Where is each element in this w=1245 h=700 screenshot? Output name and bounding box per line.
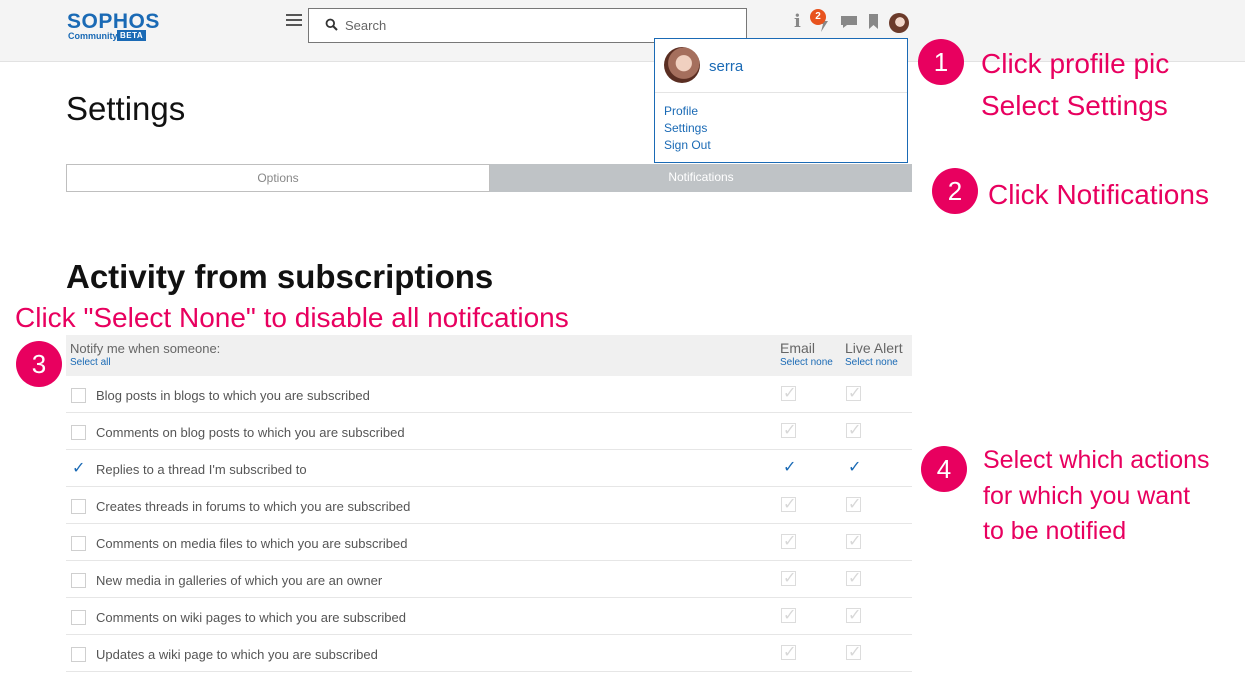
email-checkbox[interactable]: ✓ — [781, 457, 797, 476]
row-label: Blog posts in blogs to which you are sub… — [96, 388, 370, 403]
email-checkbox[interactable]: ✓ — [781, 420, 797, 439]
table-row: ✓ Replies to a thread I'm subscribed to ✓ ✓ — [66, 450, 912, 487]
live-alert-checkbox[interactable]: ✓ — [846, 383, 862, 402]
info-icon[interactable]: i — [794, 11, 801, 32]
checkmark-icon: ✓ — [783, 568, 797, 587]
tab-notifications[interactable]: Notifications — [490, 164, 912, 192]
checkmark-icon: ✓ — [783, 383, 797, 402]
live-alert-checkbox[interactable]: ✓ — [846, 605, 862, 624]
search-icon — [325, 18, 338, 31]
live-alert-checkbox[interactable]: ✓ — [846, 531, 862, 550]
email-checkbox[interactable]: ✓ — [781, 383, 797, 402]
checkmark-icon: ✓ — [848, 420, 862, 439]
hamburger-menu-icon[interactable] — [286, 14, 302, 28]
checkmark-icon: ✓ — [783, 642, 797, 661]
notify-header-label: Notify me when someone: — [70, 341, 221, 356]
live-alert-checkbox[interactable]: ✓ — [846, 568, 862, 587]
email-checkbox[interactable]: ✓ — [781, 494, 797, 513]
table-row: Updates a wiki page to which you are sub… — [66, 635, 912, 672]
step-3-marker: 3 — [16, 341, 62, 387]
row-label: Replies to a thread I'm subscribed to — [96, 462, 307, 477]
step-1-text-line1: Click profile pic — [981, 48, 1170, 79]
page-title: Settings — [66, 90, 186, 127]
checkmark-icon: ✓ — [72, 458, 86, 477]
checkmark-icon: ✓ — [783, 531, 797, 550]
checkmark-icon: ✓ — [783, 605, 797, 624]
table-row: Comments on media files to which you are… — [66, 524, 912, 561]
search-placeholder: Search — [345, 18, 387, 33]
live-alert-checkbox[interactable]: ✓ — [846, 420, 862, 439]
row-checkbox[interactable] — [71, 499, 86, 514]
row-label: Comments on media files to which you are… — [96, 536, 408, 551]
chat-icon[interactable] — [841, 16, 857, 28]
row-checkbox[interactable]: ✓ — [71, 458, 86, 477]
step-4-marker: 4 — [921, 446, 967, 492]
live-alert-checkbox[interactable]: ✓ — [846, 457, 862, 476]
row-label: Comments on blog posts to which you are … — [96, 425, 405, 440]
step-2-marker: 2 — [932, 168, 978, 214]
bookmark-icon[interactable] — [869, 14, 878, 29]
checkmark-icon: ✓ — [848, 642, 862, 661]
email-checkbox[interactable]: ✓ — [781, 568, 797, 587]
profile-avatar[interactable] — [889, 13, 909, 33]
email-checkbox[interactable]: ✓ — [781, 642, 797, 661]
live-alert-checkbox[interactable]: ✓ — [846, 494, 862, 513]
email-select-none-link[interactable]: Select none — [780, 357, 833, 368]
checkmark-icon: ✓ — [848, 457, 862, 476]
step-4-text-line2: for which you want — [983, 482, 1191, 510]
checkmark-icon: ✓ — [848, 605, 862, 624]
checkmark-icon: ✓ — [848, 568, 862, 587]
dropdown-avatar — [664, 47, 700, 83]
step-4-text-line3: to be notified — [983, 517, 1127, 545]
menu-item-profile[interactable]: Profile — [664, 104, 698, 118]
row-checkbox[interactable] — [71, 647, 86, 662]
table-row: New media in galleries of which you are … — [66, 561, 912, 598]
live-alert-select-none-link[interactable]: Select none — [845, 357, 898, 368]
row-checkbox[interactable] — [71, 388, 86, 403]
step-4-text-line1: Select which actions — [983, 446, 1210, 474]
step-1-text-line2: Select Settings — [981, 90, 1168, 121]
select-all-link[interactable]: Select all — [70, 357, 111, 368]
table-row: Comments on wiki pages to which you are … — [66, 598, 912, 635]
live-alert-checkbox[interactable]: ✓ — [846, 642, 862, 661]
email-checkbox[interactable]: ✓ — [781, 531, 797, 550]
row-label: Updates a wiki page to which you are sub… — [96, 647, 378, 662]
dropdown-divider — [655, 92, 907, 93]
notification-count-badge: 2 — [810, 9, 826, 25]
tab-options[interactable]: Options — [66, 164, 490, 192]
profile-dropdown: serra Profile Settings Sign Out — [654, 38, 908, 163]
table-row: Blog posts in blogs to which you are sub… — [66, 376, 912, 413]
row-label: Comments on wiki pages to which you are … — [96, 610, 406, 625]
row-label: Creates threads in forums to which you a… — [96, 499, 411, 514]
row-checkbox[interactable] — [71, 536, 86, 551]
profile-username[interactable]: serra — [709, 58, 743, 75]
notification-table-header: Notify me when someone: Select all Email… — [66, 335, 912, 376]
step-3-text: Click "Select None" to disable all notif… — [15, 302, 569, 333]
checkmark-icon: ✓ — [783, 494, 797, 513]
checkmark-icon: ✓ — [783, 457, 797, 476]
row-checkbox[interactable] — [71, 610, 86, 625]
checkmark-icon: ✓ — [783, 420, 797, 439]
logo-subtext: Community — [68, 31, 118, 41]
table-row: Creates threads in forums to which you a… — [66, 487, 912, 524]
checkmark-icon: ✓ — [848, 494, 862, 513]
menu-item-sign-out[interactable]: Sign Out — [664, 138, 711, 152]
email-column-header: Email — [780, 340, 816, 356]
settings-tabs: Options Notifications — [66, 164, 912, 192]
section-title: Activity from subscriptions — [66, 258, 494, 295]
step-1-marker: 1 — [918, 39, 964, 85]
email-checkbox[interactable]: ✓ — [781, 605, 797, 624]
row-checkbox[interactable] — [71, 425, 86, 440]
menu-item-settings[interactable]: Settings — [664, 121, 707, 135]
live-alert-column-header: Live Alert — [845, 340, 903, 356]
table-row: Comments on blog posts to which you are … — [66, 413, 912, 450]
sophos-logo[interactable]: SOPHOS Community BETA — [67, 10, 159, 42]
beta-badge: BETA — [117, 30, 147, 41]
step-2-text: Click Notifications — [988, 179, 1209, 210]
checkmark-icon: ✓ — [848, 531, 862, 550]
row-label: New media in galleries of which you are … — [96, 573, 383, 588]
checkmark-icon: ✓ — [848, 383, 862, 402]
row-checkbox[interactable] — [71, 573, 86, 588]
